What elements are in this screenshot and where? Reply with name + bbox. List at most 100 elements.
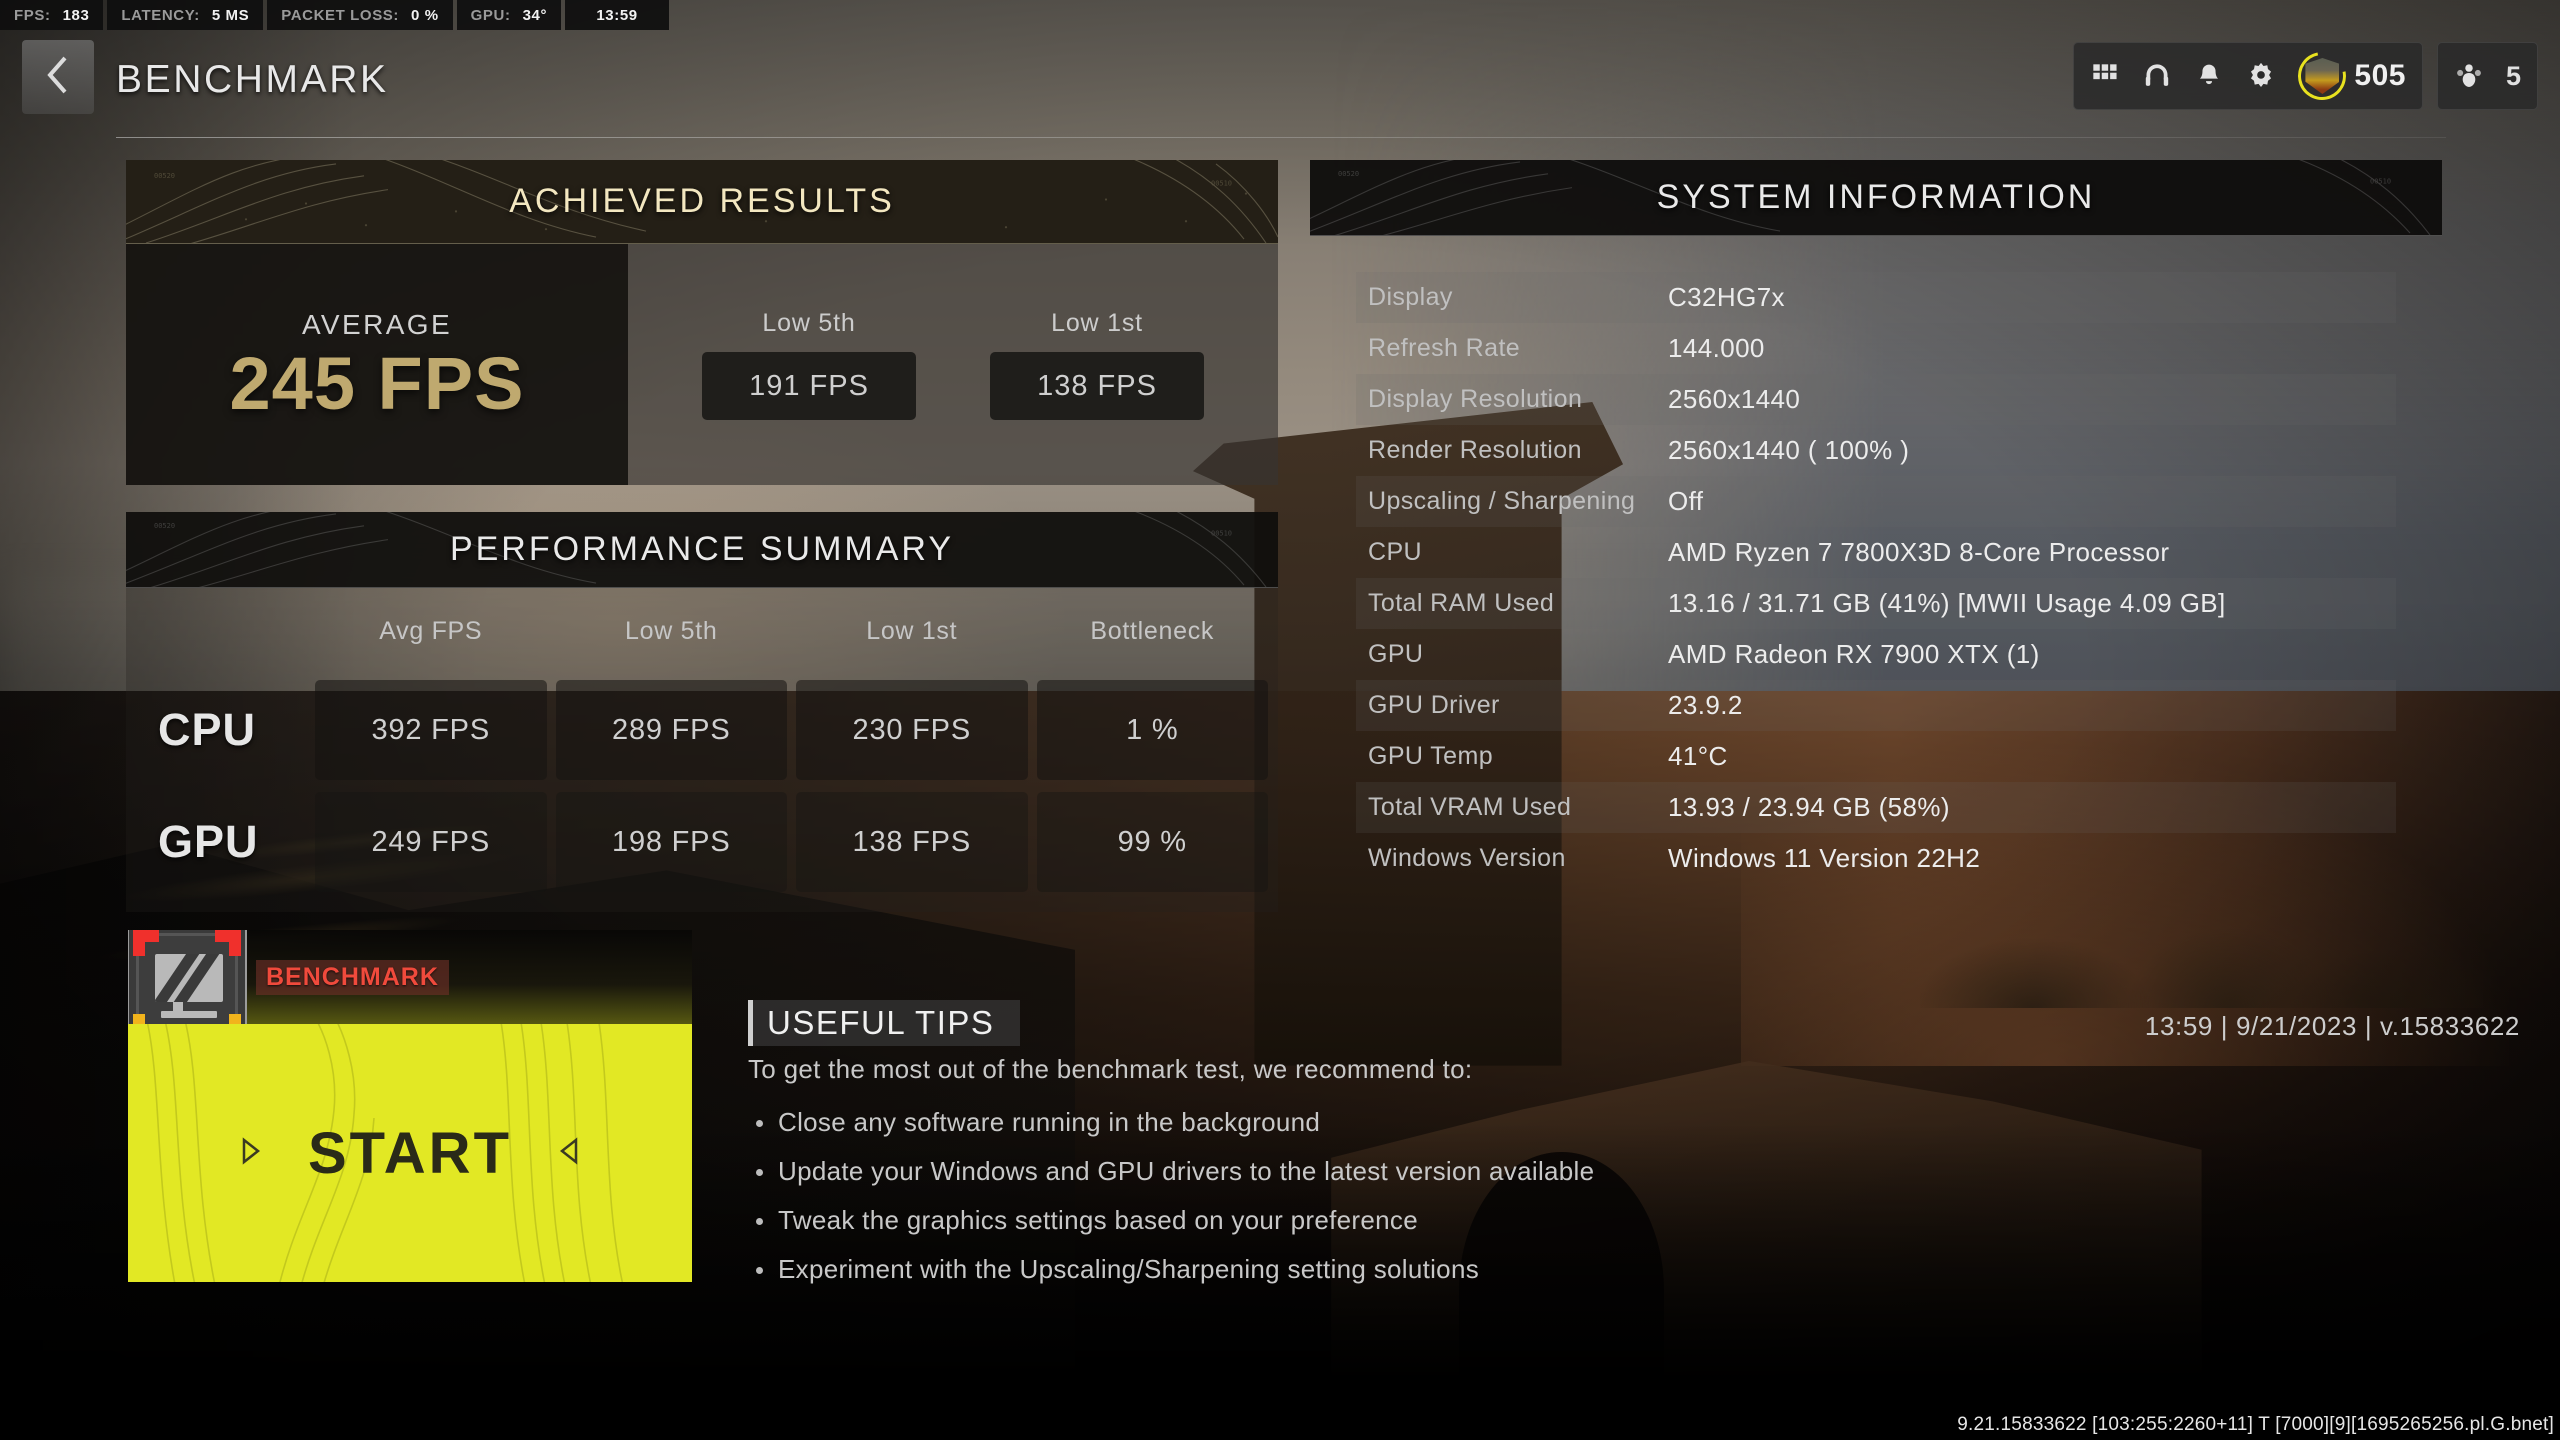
sysinfo-row: Total VRAM Used 13.93 / 23.94 GB (58%): [1356, 782, 2396, 833]
sysinfo-value: 41°C: [1668, 741, 1728, 771]
perf-column-header: Bottleneck: [1090, 616, 1215, 645]
sysinfo-value: Off: [1668, 486, 1704, 516]
perf-cell-cpu-avg: 392 FPS: [315, 680, 547, 780]
sysinfo-key: GPU Driver: [1368, 691, 1500, 719]
svg-text:00520: 00520: [1338, 170, 1359, 178]
back-button[interactable]: [22, 40, 94, 114]
sysinfo-key: GPU: [1368, 640, 1424, 668]
sysinfo-row: GPU AMD Radeon RX 7900 XTX (1): [1356, 629, 2396, 680]
start-block: BENCHMARK START: [128, 930, 692, 1282]
sysinfo-value: 2560x1440: [1668, 384, 1801, 414]
squad-group[interactable]: 5: [2436, 42, 2538, 110]
achieved-results-body: AVERAGE 245 FPS Low 5th 191 FPS Low 1st …: [126, 244, 1278, 485]
sysinfo-key: CPU: [1368, 538, 1422, 566]
telemetry-gpu-temp: GPU: 34°: [456, 0, 562, 30]
gear-icon[interactable]: [2246, 61, 2276, 91]
clock-value: 13:59: [596, 6, 638, 24]
triangle-left-icon: [558, 1136, 582, 1171]
rank-value: 505: [2354, 59, 2406, 92]
squad-icon: [2454, 61, 2484, 91]
useful-tips-header: USEFUL TIPS: [748, 1000, 1021, 1046]
performance-summary-panel: 00520 00510 PERFORMANCE SUMMARY Avg FPS …: [126, 512, 1278, 912]
sysinfo-row: Upscaling / Sharpening Off: [1356, 476, 2396, 527]
low-1st-value: 138 FPS: [990, 352, 1204, 420]
perf-row-label-cpu: CPU: [158, 704, 257, 755]
performance-summary-body: Avg FPS Low 5th Low 1st Bottleneck CPU 3…: [126, 588, 1278, 912]
low-5th-label: Low 5th: [762, 309, 856, 337]
sysinfo-value: 2560x1440 ( 100% ): [1668, 435, 1910, 465]
tip-item: Experiment with the Upscaling/Sharpening…: [748, 1254, 1768, 1285]
tip-item: Tweak the graphics settings based on you…: [748, 1205, 1768, 1236]
tip-item: Close any software running in the backgr…: [748, 1107, 1768, 1138]
perf-column-header: Avg FPS: [379, 616, 483, 645]
perf-column-header: Low 5th: [625, 616, 718, 645]
low-metrics-group: Low 5th 191 FPS Low 1st 138 FPS: [628, 244, 1278, 485]
perf-row-label-gpu: GPU: [158, 816, 259, 867]
telemetry-gpu-temp-label: GPU:: [470, 6, 511, 24]
low-5th-value: 191 FPS: [702, 352, 916, 420]
sysinfo-row: Display C32HG7x: [1356, 272, 2396, 323]
perf-cell-gpu-low1: 138 FPS: [796, 792, 1028, 892]
sysinfo-value: 23.9.2: [1668, 690, 1743, 720]
telemetry-bar: FPS: 183 LATENCY: 5 MS PACKET LOSS: 0 % …: [0, 0, 670, 30]
svg-text:00510: 00510: [2370, 178, 2391, 186]
telemetry-fps-label: FPS:: [14, 6, 51, 24]
triangle-right-icon: [238, 1136, 262, 1171]
system-information-body: Display C32HG7x Refresh Rate 144.000 Dis…: [1310, 236, 2442, 884]
achieved-results-panel: 00520 00510 ACHIEVED RESULTS AVERAGE 245…: [126, 160, 1278, 485]
headphones-icon[interactable]: [2142, 61, 2172, 91]
low-1st-metric: Low 1st 138 FPS: [990, 309, 1204, 420]
squad-count: 5: [2505, 60, 2521, 91]
sysinfo-key: Windows Version: [1368, 844, 1566, 872]
telemetry-packet-loss-label: PACKET LOSS:: [281, 6, 399, 24]
system-information-header: 00520 00510 SYSTEM INFORMATION: [1310, 160, 2442, 236]
low-1st-label: Low 1st: [1051, 309, 1143, 337]
sysinfo-key: Total VRAM Used: [1368, 793, 1572, 821]
sysinfo-row: Total RAM Used 13.16 / 31.71 GB (41%) [M…: [1356, 578, 2396, 629]
average-fps-box: AVERAGE 245 FPS: [126, 244, 628, 485]
telemetry-latency: LATENCY: 5 MS: [107, 0, 264, 30]
sysinfo-key: Refresh Rate: [1368, 334, 1521, 362]
sysinfo-key: Upscaling / Sharpening: [1368, 487, 1636, 515]
sysinfo-value: AMD Ryzen 7 7800X3D 8-Core Processor: [1668, 537, 2170, 567]
perf-corner-cell: [136, 588, 306, 674]
grid-icon[interactable]: [2090, 61, 2120, 91]
perf-cell-cpu-low5: 289 FPS: [555, 680, 787, 780]
timestamp-version-line: 13:59 | 9/21/2023 | v.15833622: [2144, 1011, 2520, 1041]
telemetry-latency-label: LATENCY:: [121, 6, 200, 24]
useful-tips-title: USEFUL TIPS: [767, 1004, 995, 1041]
sysinfo-key: Display Resolution: [1368, 385, 1583, 413]
perf-cell-gpu-bottleneck: 99 %: [1036, 792, 1268, 892]
sysinfo-value: 13.16 / 31.71 GB (41%) [MWII Usage 4.09 …: [1668, 588, 2226, 618]
average-label: AVERAGE: [301, 308, 453, 340]
telemetry-latency-value: 5 MS: [211, 6, 250, 24]
sysinfo-row: Display Resolution 2560x1440: [1356, 374, 2396, 425]
sysinfo-key: Total RAM Used: [1368, 589, 1555, 617]
sysinfo-value: C32HG7x: [1668, 282, 1785, 312]
tip-item: Update your Windows and GPU drivers to t…: [748, 1156, 1768, 1187]
sysinfo-value: 144.000: [1668, 333, 1765, 363]
rank-badge-button[interactable]: 505: [2289, 42, 2406, 110]
perf-cell-gpu-low5: 198 FPS: [555, 792, 787, 892]
useful-tips-list: Close any software running in the backgr…: [748, 1107, 1768, 1285]
system-information-title: SYSTEM INFORMATION: [1656, 178, 2096, 216]
header-divider: [116, 137, 2446, 138]
bell-icon[interactable]: [2194, 61, 2224, 91]
header-icon-group: 505: [2073, 42, 2423, 110]
benchmark-banner: BENCHMARK: [128, 930, 692, 1024]
start-button-label: START: [307, 1120, 512, 1186]
sysinfo-value: Windows 11 Version 22H2: [1668, 843, 1981, 873]
sysinfo-row: Render Resolution 2560x1440 ( 100% ): [1356, 425, 2396, 476]
telemetry-gpu-temp-value: 34°: [522, 6, 548, 24]
start-button[interactable]: START: [128, 1024, 692, 1282]
useful-tips-section: USEFUL TIPS To get the most out of the b…: [748, 1000, 1768, 1303]
telemetry-fps: FPS: 183: [0, 0, 104, 30]
sysinfo-row: GPU Driver 23.9.2: [1356, 680, 2396, 731]
sysinfo-key: GPU Temp: [1368, 742, 1494, 770]
svg-text:00520: 00520: [154, 522, 175, 530]
sysinfo-key: Render Resolution: [1368, 436, 1582, 464]
sysinfo-value: 13.93 / 23.94 GB (58%): [1668, 792, 1950, 822]
benchmark-tag: BENCHMARK: [256, 960, 449, 995]
sysinfo-row: Refresh Rate 144.000: [1356, 323, 2396, 374]
telemetry-fps-value: 183: [62, 6, 90, 24]
